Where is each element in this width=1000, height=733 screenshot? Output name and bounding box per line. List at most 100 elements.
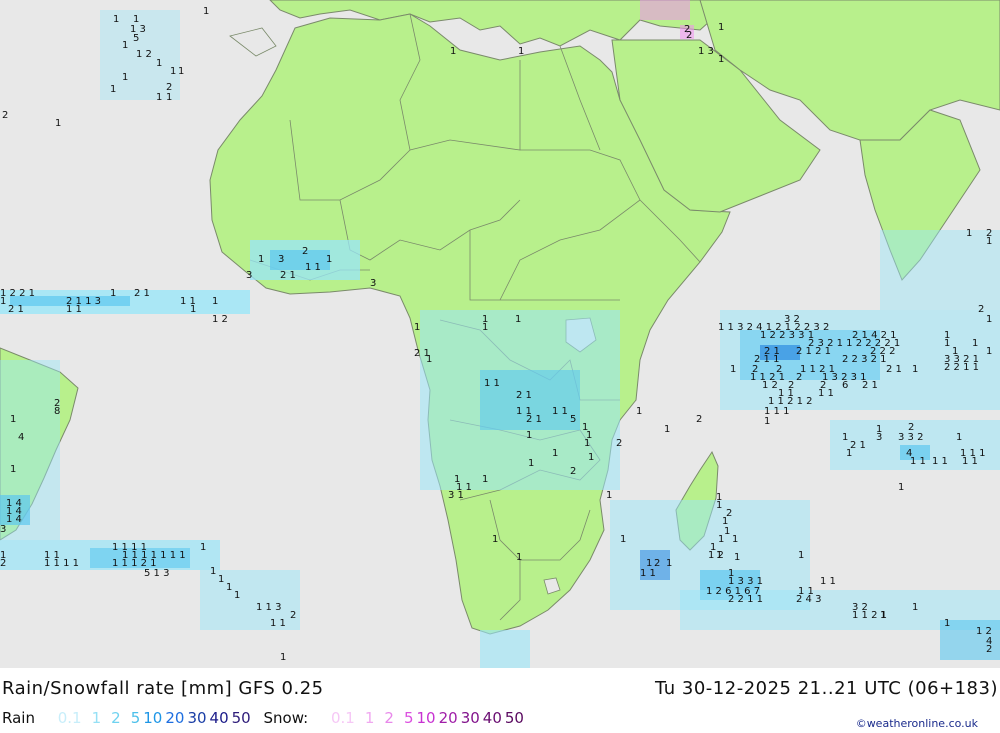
svg-text:5: 5 xyxy=(570,414,576,425)
svg-text:1: 1 xyxy=(944,338,950,349)
svg-text:2 1: 2 1 xyxy=(850,440,866,451)
svg-text:2: 2 xyxy=(290,610,296,621)
svg-text:6: 6 xyxy=(842,380,848,391)
svg-text:1: 1 xyxy=(10,414,16,425)
credit-link[interactable]: ©weatheronline.co.uk xyxy=(856,717,978,730)
svg-text:1 1: 1 1 xyxy=(640,568,656,579)
legend-rain-value-0: 0.1 xyxy=(57,709,82,727)
svg-text:1: 1 xyxy=(798,550,804,561)
legend: Rain 0.1 1 2 5 10 20 30 40 50 Snow: 0.1 1 2 5 10 20 30… xyxy=(2,709,524,727)
svg-text:1: 1 xyxy=(636,406,642,417)
svg-text:1: 1 xyxy=(552,448,558,459)
svg-text:1: 1 xyxy=(944,618,950,629)
svg-text:3: 3 xyxy=(370,278,376,289)
svg-text:1: 1 xyxy=(732,534,738,545)
svg-text:1: 1 xyxy=(734,552,740,563)
svg-text:1: 1 xyxy=(492,534,498,545)
svg-text:1: 1 xyxy=(584,438,590,449)
svg-text:1 1: 1 1 xyxy=(552,406,568,417)
svg-text:1: 1 xyxy=(450,46,456,57)
svg-text:1: 1 xyxy=(912,602,918,613)
svg-text:2 2 3 2 1: 2 2 3 2 1 xyxy=(842,354,887,365)
legend-rain-label: Rain xyxy=(2,709,35,727)
svg-text:1: 1 xyxy=(986,236,992,247)
svg-text:1: 1 xyxy=(724,526,730,537)
svg-text:2 2 1 1: 2 2 1 1 xyxy=(944,362,979,373)
svg-text:2: 2 xyxy=(570,466,576,477)
svg-text:1: 1 xyxy=(666,558,672,569)
svg-text:2 4 3: 2 4 3 xyxy=(796,594,821,605)
legend-snow-value-4: 10 xyxy=(416,709,436,727)
svg-text:1: 1 xyxy=(880,610,886,621)
svg-text:3 3 2: 3 3 2 xyxy=(898,432,923,443)
svg-text:1: 1 xyxy=(718,54,724,65)
svg-text:3: 3 xyxy=(0,524,6,535)
legend-snow-value-6: 30 xyxy=(460,709,480,727)
svg-text:1 1: 1 1 xyxy=(270,618,286,629)
svg-text:1: 1 xyxy=(764,416,770,427)
svg-text:2: 2 xyxy=(0,558,6,569)
svg-text:1: 1 xyxy=(190,304,196,315)
precipitation-map: 11 1 35 11 2 111 121 11 12 1 1 2 2 11 2 … xyxy=(0,0,1000,668)
svg-text:5: 5 xyxy=(133,33,139,44)
svg-text:3 1: 3 1 xyxy=(448,490,464,501)
svg-text:1: 1 xyxy=(280,652,286,663)
svg-text:1: 1 xyxy=(156,92,162,103)
svg-text:1: 1 xyxy=(846,448,852,459)
legend-snow-value-1: 1 xyxy=(364,709,375,727)
svg-text:2 1: 2 1 xyxy=(862,380,878,391)
svg-text:2 1: 2 1 xyxy=(516,390,532,401)
svg-text:3: 3 xyxy=(876,432,882,443)
svg-text:1: 1 xyxy=(912,364,918,375)
svg-text:1: 1 xyxy=(515,314,521,325)
legend-snow-value-5: 20 xyxy=(438,709,458,727)
svg-text:2 2 1 1: 2 2 1 1 xyxy=(728,594,763,605)
svg-text:1: 1 xyxy=(200,542,206,553)
svg-text:3: 3 xyxy=(246,270,252,281)
svg-text:8: 8 xyxy=(54,406,60,417)
legend-snow-value-3: 5 xyxy=(403,709,414,727)
svg-text:1: 1 xyxy=(218,574,224,585)
svg-text:1: 1 xyxy=(956,432,962,443)
svg-text:2: 2 xyxy=(302,246,308,257)
svg-text:1: 1 xyxy=(482,474,488,485)
svg-text:2 1: 2 1 xyxy=(886,364,902,375)
svg-text:1 3: 1 3 xyxy=(698,46,714,57)
svg-text:1: 1 xyxy=(898,482,904,493)
svg-text:1 1: 1 1 xyxy=(484,378,500,389)
svg-text:5 1 3: 5 1 3 xyxy=(144,568,169,579)
svg-text:2 1: 2 1 xyxy=(280,270,296,281)
footer-bar: Rain/Snowfall rate [mm] GFS 0.25 Tu 30-1… xyxy=(0,668,1000,733)
svg-text:1 1 3: 1 1 3 xyxy=(256,602,281,613)
svg-text:1: 1 xyxy=(986,314,992,325)
svg-text:1 1: 1 1 xyxy=(305,262,321,273)
svg-text:1 2: 1 2 xyxy=(212,314,228,325)
map-canvas: 11 1 35 11 2 11 1 121 11 12 1 1 2 2 11 2 … xyxy=(0,0,1000,668)
svg-text:1 4: 1 4 xyxy=(6,514,22,525)
svg-text:2 1 2 1: 2 1 2 1 xyxy=(796,346,831,357)
svg-text:1: 1 xyxy=(203,6,209,17)
legend-rain-items: 0.1 1 2 5 10 20 30 40 50 xyxy=(40,709,251,727)
svg-text:1 1: 1 1 xyxy=(932,456,948,467)
svg-text:1: 1 xyxy=(414,322,420,333)
svg-text:1 1 1 1: 1 1 1 1 xyxy=(44,558,79,569)
legend-rain-value-6: 30 xyxy=(187,709,207,727)
svg-text:1: 1 xyxy=(718,22,724,33)
legend-rain-value-4: 10 xyxy=(143,709,163,727)
svg-text:1 1: 1 1 xyxy=(818,388,834,399)
svg-text:1: 1 xyxy=(972,338,978,349)
legend-rain-value-5: 20 xyxy=(165,709,185,727)
svg-text:1: 1 xyxy=(620,534,626,545)
legend-rain-value-1: 1 xyxy=(91,709,102,727)
svg-text:1 1: 1 1 xyxy=(962,456,978,467)
svg-text:1 2: 1 2 xyxy=(136,49,152,60)
legend-snow-items: 0.1 1 2 5 10 20 30 40 50 xyxy=(313,709,524,727)
svg-text:1: 1 xyxy=(718,534,724,545)
svg-text:1 2 2 3 3 1: 1 2 2 3 3 1 xyxy=(760,330,814,341)
svg-text:2 1: 2 1 xyxy=(8,304,24,315)
svg-text:1: 1 xyxy=(326,254,332,265)
svg-text:1: 1 xyxy=(110,84,116,95)
svg-text:2: 2 xyxy=(686,30,692,41)
legend-rain-value-7: 40 xyxy=(209,709,229,727)
legend-rain-value-2: 2 xyxy=(111,709,121,727)
